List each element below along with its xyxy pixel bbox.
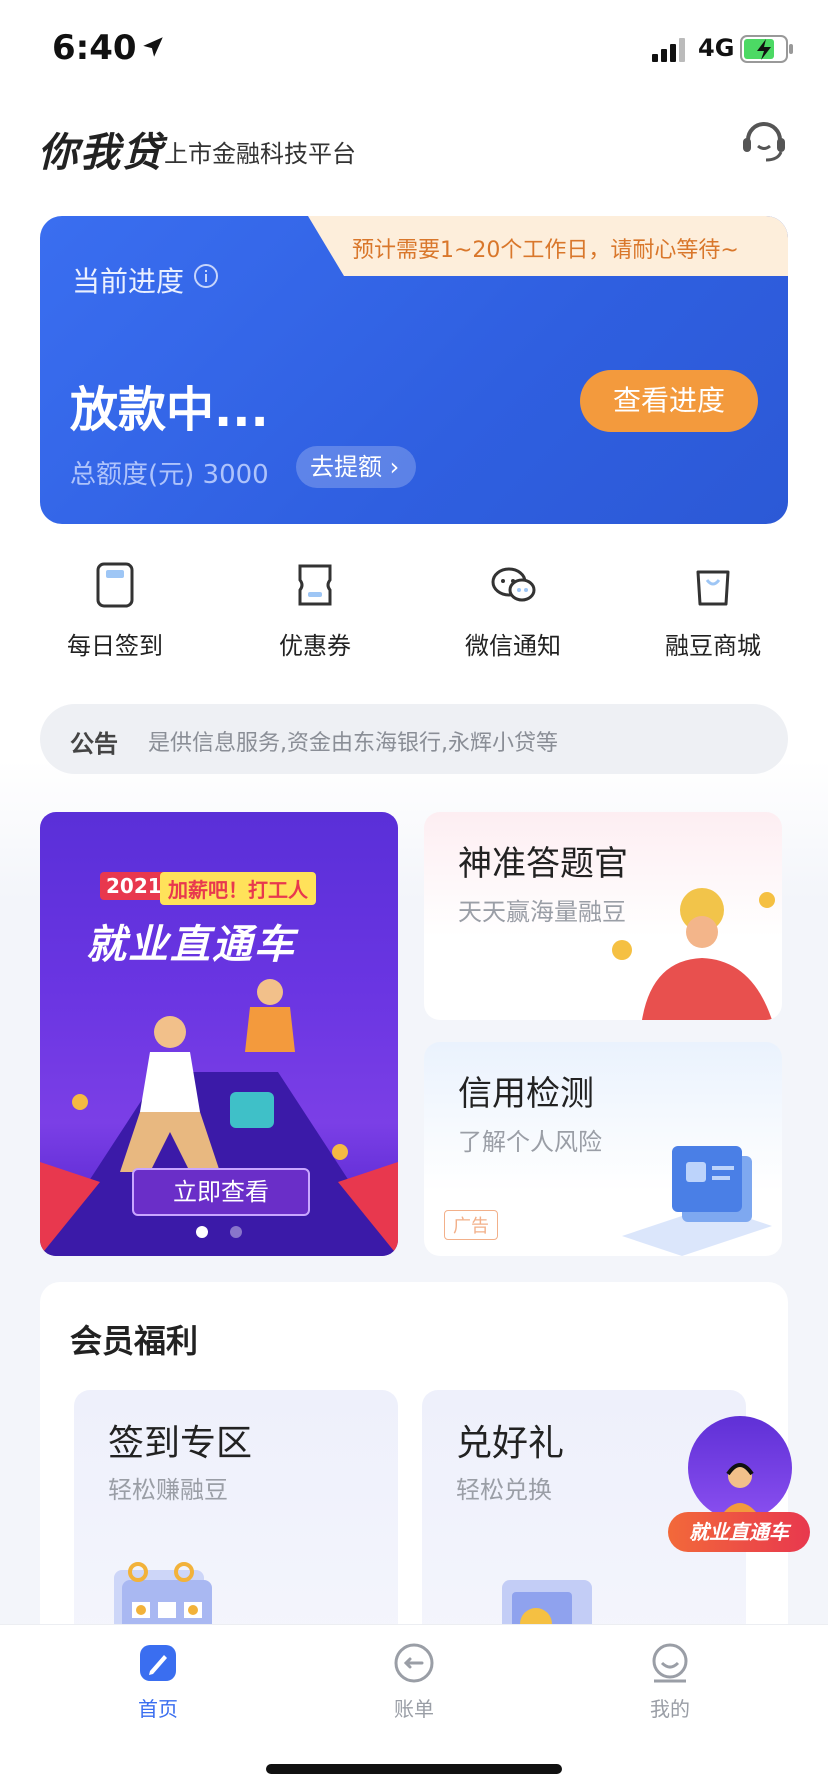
benefit-card-title: 签到专区 xyxy=(108,1423,253,1464)
shopping-bag-icon xyxy=(696,570,730,606)
ad-badge: 广告 xyxy=(444,1210,498,1240)
raise-limit-button[interactable]: 去提额 › xyxy=(296,446,416,488)
home-indicator xyxy=(266,1764,562,1774)
total-credit-label: 总额度(元) 3000 xyxy=(70,460,269,490)
banner-title: 就业直通车 xyxy=(86,922,296,968)
profile-icon xyxy=(652,1643,688,1683)
coupon-icon xyxy=(298,564,332,606)
floating-promo-label: 就业直通车 xyxy=(668,1512,810,1552)
brand-subtitle: 上市金融科技平台 xyxy=(164,140,356,168)
floating-promo-figure xyxy=(718,1463,762,1520)
credit-check-card[interactable]: 信用检测 了解个人风险 广告 xyxy=(424,1042,782,1256)
floating-job-promo[interactable]: 就业直通车 xyxy=(668,1416,810,1556)
quick-entry-daily-checkin[interactable]: 每日签到 xyxy=(40,560,190,670)
benefit-card-title: 兑好礼 xyxy=(456,1423,565,1464)
wait-tip: 预计需要1~20个工作日，请耐心等待~ xyxy=(308,216,788,276)
location-arrow-icon xyxy=(143,37,163,57)
quiz-card[interactable]: 神准答题官 天天赢海量融豆 xyxy=(424,812,782,1020)
tab-label: 我的 xyxy=(650,1697,690,1721)
credit-card-subtitle: 了解个人风险 xyxy=(458,1128,602,1156)
carousel-dot-active xyxy=(196,1226,208,1238)
bill-icon xyxy=(394,1643,434,1683)
tab-home[interactable]: 首页 xyxy=(98,1641,218,1722)
notice-bar[interactable]: 公告 是供信息服务,资金由东海银行,永辉小贷等 xyxy=(40,704,788,774)
quick-entry-label: 优惠券 xyxy=(279,632,351,660)
banner-tagline: 加薪吧！打工人 xyxy=(160,872,316,905)
banner-cta-button[interactable]: 立即查看 xyxy=(132,1168,310,1216)
notice-tag: 公告 xyxy=(70,730,118,758)
promo-banner[interactable]: 2021 加薪吧！打工人 就业直通车 立即查看 xyxy=(40,812,398,1256)
customer-service-icon[interactable] xyxy=(738,114,790,166)
tab-profile[interactable]: 我的 xyxy=(610,1641,730,1722)
wechat-icon xyxy=(491,567,536,602)
floating-promo-avatar xyxy=(688,1416,792,1520)
credit-card-title: 信用检测 xyxy=(458,1074,594,1114)
tab-label: 首页 xyxy=(138,1697,178,1721)
credit-illustration xyxy=(622,1146,772,1256)
signal-icon xyxy=(652,38,685,62)
brand-logo: 你我贷 xyxy=(38,130,164,176)
benefit-card-subtitle: 轻松兑换 xyxy=(456,1476,552,1504)
quiz-illustration xyxy=(612,888,775,1020)
quick-entry-label: 融豆商城 xyxy=(665,632,761,660)
quiz-card-title: 神准答题官 xyxy=(458,844,628,884)
status-time: 6:40 xyxy=(52,28,137,68)
loan-progress-card: 预计需要1~20个工作日，请耐心等待~ 当前进度 放款中... 查看进度 总额度… xyxy=(40,216,788,524)
tab-label: 账单 xyxy=(394,1697,434,1721)
quick-entry-wechat-notice[interactable]: 微信通知 xyxy=(438,560,588,670)
view-progress-button[interactable]: 查看进度 xyxy=(580,370,758,432)
app-screen: 6:40 4G 你我贷 上市金融科技平台 预计需要1~20个工作日，请耐心等待~ xyxy=(0,0,828,1792)
status-bar: 6:40 4G xyxy=(0,0,828,100)
banner-year: 2021 xyxy=(100,872,168,900)
quick-entry-label: 微信通知 xyxy=(465,632,561,660)
carousel-dot xyxy=(230,1226,242,1238)
quick-entry-label: 每日签到 xyxy=(67,632,163,660)
progress-label: 当前进度 xyxy=(72,265,185,298)
member-benefits-title: 会员福利 xyxy=(70,1322,199,1360)
loan-status: 放款中... xyxy=(70,382,269,438)
home-icon xyxy=(140,1645,176,1681)
network-type: 4G xyxy=(698,34,735,62)
benefit-card-subtitle: 轻松赚融豆 xyxy=(108,1476,228,1504)
calendar-check-icon xyxy=(96,562,134,608)
quick-entry-bean-mall[interactable]: 融豆商城 xyxy=(638,560,788,670)
notice-text: 是供信息服务,资金由东海银行,永辉小贷等 xyxy=(148,731,558,756)
wait-tip-text: 预计需要1~20个工作日，请耐心等待~ xyxy=(352,238,739,263)
quick-entry-coupon[interactable]: 优惠券 xyxy=(240,560,390,670)
tab-bills[interactable]: 账单 xyxy=(354,1641,474,1722)
battery-charging-icon xyxy=(740,35,793,63)
info-icon[interactable] xyxy=(192,262,220,290)
